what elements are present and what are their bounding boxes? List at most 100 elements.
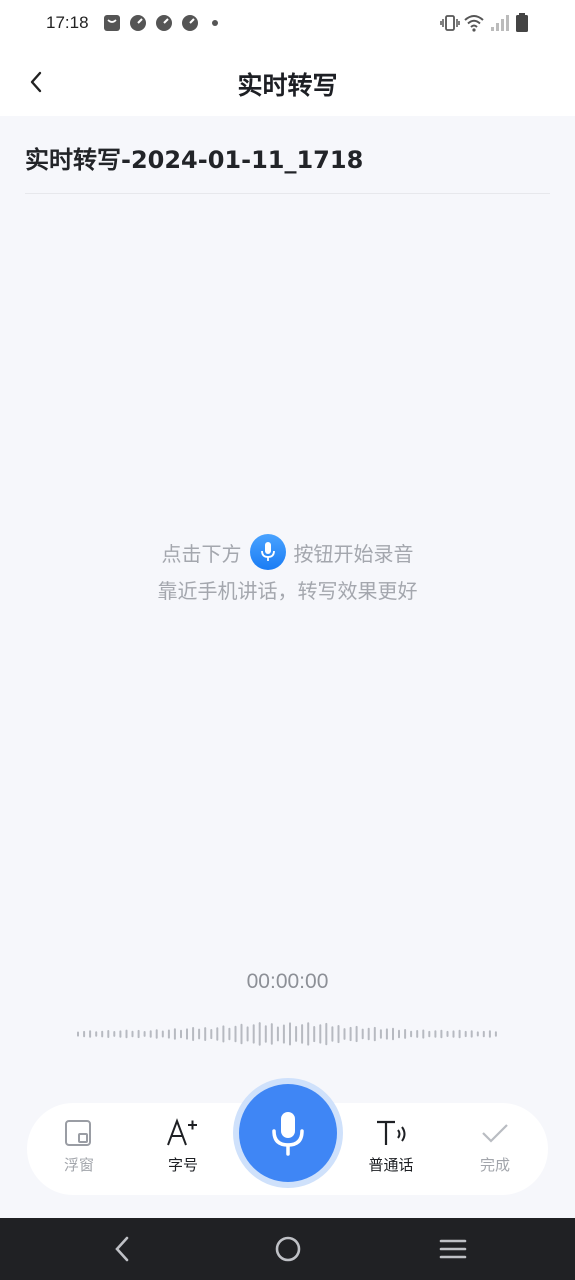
waveform-bar <box>270 1023 273 1045</box>
waveform-bar <box>355 1025 358 1043</box>
nav-home-button[interactable] <box>268 1232 308 1266</box>
waveform <box>77 1022 497 1046</box>
dot-icon <box>212 20 218 26</box>
font-size-button[interactable]: 字号 <box>138 1103 228 1195</box>
document-title[interactable]: 实时转写-2024-01-11_1718 <box>25 140 363 175</box>
waveform-bar <box>161 1030 164 1038</box>
gauge-icon <box>156 15 172 31</box>
waveform-bar <box>137 1029 140 1039</box>
waveform-bar <box>167 1029 170 1039</box>
waveform-bar <box>373 1026 376 1042</box>
waveform-bar <box>258 1022 261 1046</box>
waveform-bar <box>361 1028 364 1040</box>
waveform-bar <box>113 1031 116 1037</box>
divider <box>25 193 550 194</box>
floating-window-button[interactable]: 浮窗 <box>34 1103 124 1195</box>
waveform-bar <box>295 1026 298 1042</box>
font-size-label: 字号 <box>167 1156 198 1174</box>
waveform-bar <box>494 1031 497 1037</box>
waveform-bar <box>173 1028 176 1040</box>
waveform-bar <box>210 1029 213 1040</box>
done-button[interactable]: 完成 <box>450 1103 540 1195</box>
nav-back-button[interactable] <box>102 1232 142 1266</box>
waveform-bar <box>307 1022 310 1046</box>
waveform-bar <box>149 1030 152 1038</box>
waveform-bar <box>458 1029 461 1039</box>
waveform-bar <box>410 1030 413 1038</box>
waveform-bar <box>349 1026 352 1042</box>
waveform-bar <box>464 1030 467 1038</box>
waveform-bar <box>107 1030 110 1038</box>
waveform-bar <box>313 1026 316 1043</box>
waveform-bar <box>125 1029 128 1039</box>
waveform-bar <box>234 1025 237 1043</box>
waveform-bar <box>422 1029 425 1039</box>
recording-timer: 00:00:00 <box>246 970 329 993</box>
waveform-bar <box>470 1030 473 1038</box>
status-time: 17:18 <box>46 13 89 32</box>
waveform-bar <box>440 1029 443 1039</box>
page-title: 实时转写 <box>237 71 338 100</box>
hint-text-after: 按钮开始录音 <box>293 541 414 566</box>
waveform-bar <box>337 1025 340 1044</box>
waveform-bar <box>180 1029 182 1039</box>
waveform-bar <box>428 1030 431 1038</box>
waveform-bar <box>392 1027 394 1041</box>
waveform-bar <box>331 1026 334 1042</box>
waveform-bar <box>119 1030 122 1038</box>
waveform-bar <box>101 1030 104 1038</box>
signal-icon <box>491 15 509 31</box>
waveform-bar <box>186 1028 188 1040</box>
language-icon <box>377 1120 406 1145</box>
waveform-bar <box>325 1022 328 1046</box>
waveform-bar <box>289 1022 291 1046</box>
language-label: 普通话 <box>368 1156 414 1174</box>
waveform-bar <box>476 1031 479 1037</box>
waveform-bar <box>131 1030 134 1038</box>
waveform-bar <box>192 1027 195 1041</box>
waveform-bar <box>264 1025 267 1043</box>
nav-back-icon <box>115 1236 129 1262</box>
waveform-bar <box>379 1029 382 1039</box>
nav-home-icon <box>275 1236 301 1262</box>
waveform-bar <box>143 1031 146 1037</box>
floating-window-label: 浮窗 <box>63 1156 94 1174</box>
hint-line-2: 靠近手机讲话，转写效果更好 <box>157 579 418 603</box>
waveform-bar <box>488 1030 491 1038</box>
floating-window-icon <box>65 1120 91 1146</box>
waveform-bar <box>228 1027 231 1041</box>
waveform-bar <box>452 1030 455 1038</box>
hint-line-1: 点击下方 按钮开始录音 <box>0 534 575 570</box>
waveform-bar <box>301 1024 304 1044</box>
waveform-bar <box>404 1029 407 1039</box>
waveform-bar <box>434 1030 437 1038</box>
bag-icon <box>104 15 120 31</box>
waveform-bar <box>95 1031 98 1037</box>
waveform-bar <box>446 1030 449 1037</box>
waveform-bar <box>276 1026 279 1042</box>
record-button[interactable] <box>239 1084 337 1182</box>
wifi-icon <box>464 15 484 32</box>
waveform-bar <box>222 1025 225 1043</box>
waveform-bar <box>367 1027 370 1041</box>
waveform-bar <box>246 1026 249 1042</box>
waveform-bar <box>216 1027 219 1041</box>
gauge-icon <box>130 15 146 31</box>
hint-mic-icon <box>249 534 286 570</box>
status-bar: 17:18 <box>0 0 575 48</box>
waveform-bar <box>89 1030 92 1038</box>
waveform-bar <box>385 1028 388 1040</box>
waveform-bar <box>416 1030 419 1038</box>
battery-icon <box>516 13 528 32</box>
waveform-bar <box>252 1024 255 1044</box>
waveform-bar <box>482 1030 485 1038</box>
nav-menu-button[interactable] <box>433 1232 473 1266</box>
waveform-bar <box>319 1024 322 1044</box>
gauge-icon <box>182 15 198 31</box>
done-label: 完成 <box>479 1156 510 1174</box>
waveform-bar <box>282 1024 285 1044</box>
vibrate-icon <box>440 15 460 31</box>
language-button[interactable]: 普通话 <box>346 1103 436 1195</box>
nav-menu-icon <box>439 1239 467 1259</box>
waveform-bar <box>204 1027 207 1041</box>
